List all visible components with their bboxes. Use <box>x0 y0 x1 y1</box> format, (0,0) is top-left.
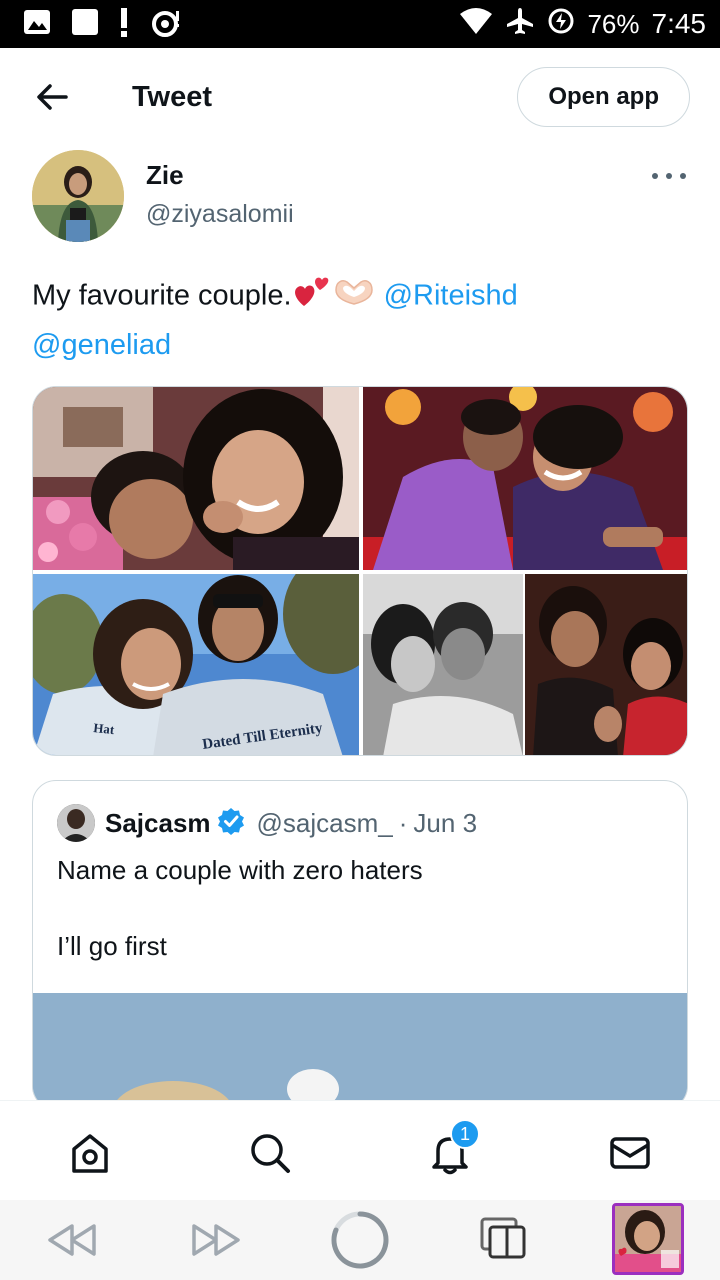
open-app-button[interactable]: Open app <box>517 67 690 127</box>
mention-riteishd[interactable]: @Riteishd <box>384 280 518 312</box>
avatar[interactable] <box>32 150 124 242</box>
rewind-icon <box>48 1224 96 1256</box>
rewind-button[interactable] <box>44 1218 100 1262</box>
notification-badge: 1 <box>450 1119 480 1149</box>
quoted-avatar[interactable] <box>57 804 95 842</box>
photo-2[interactable] <box>363 387 687 570</box>
photo-4[interactable] <box>363 574 687 755</box>
battery-saver-icon <box>547 7 575 42</box>
battery-percent: 76% <box>587 8 640 39</box>
tabs-button[interactable] <box>478 1214 530 1264</box>
quoted-line-1: Name a couple with zero haters <box>57 855 423 885</box>
author-name[interactable]: Zie <box>146 160 184 191</box>
quoted-date[interactable]: Jun 3 <box>413 808 477 839</box>
author-handle[interactable]: @ziyasalomii <box>146 200 294 229</box>
home-icon <box>72 1134 108 1173</box>
heart-hands-icon <box>332 274 376 320</box>
search-icon <box>251 1134 290 1173</box>
loading-icon <box>331 1211 389 1269</box>
verified-icon <box>217 807 245 840</box>
back-button[interactable] <box>30 75 74 119</box>
status-bar: 76% 7:45 <box>0 0 720 48</box>
cast-icon <box>148 7 184 42</box>
status-system: 76% 7:45 <box>459 6 706 43</box>
messages-tab[interactable] <box>606 1129 654 1177</box>
arrow-left-icon <box>37 84 68 110</box>
quoted-handle[interactable]: @sajcasm_ <box>257 808 393 839</box>
quoted-name[interactable]: Sajcasm <box>105 808 211 839</box>
page-title: Tweet <box>132 80 213 113</box>
quoted-image[interactable] <box>33 993 687 1109</box>
tweet-text: My favourite couple. @Riteishd @geneliad <box>32 272 688 368</box>
home-tab[interactable] <box>66 1129 114 1177</box>
mention-geneliad[interactable]: @geneliad <box>32 329 171 361</box>
tab-thumbnail[interactable] <box>612 1203 684 1275</box>
photo-caption-2: Hat <box>93 720 116 737</box>
header: Tweet Open app <box>0 48 720 146</box>
tweet-body: My favourite couple. <box>32 279 292 312</box>
square-icon <box>70 7 100 42</box>
more-options-button[interactable] <box>652 168 686 184</box>
wifi-icon <box>459 7 493 42</box>
quoted-line-2: I’ll go first <box>57 931 167 961</box>
quoted-text: Name a couple with zero haters I’ll go f… <box>57 851 657 1003</box>
tweet-photos: Dated Till Eternity Hat <box>32 386 688 756</box>
clock: 7:45 <box>651 8 707 39</box>
bottom-tab-bar: 1 <box>0 1100 720 1200</box>
search-tab[interactable] <box>246 1129 294 1177</box>
quoted-tweet[interactable]: Sajcasm @sajcasm_ · Jun 3 Name a couple … <box>32 780 688 1110</box>
browser-nav-bar <box>0 1200 720 1280</box>
loading-button[interactable] <box>328 1208 392 1272</box>
quoted-separator: · <box>398 807 408 838</box>
quoted-header: Sajcasm @sajcasm_ · Jun 3 <box>57 803 477 843</box>
messages-icon <box>610 1137 650 1169</box>
photo-1[interactable] <box>33 387 359 570</box>
alert-icon <box>118 6 130 43</box>
fast-forward-icon <box>192 1224 240 1256</box>
fast-forward-button[interactable] <box>188 1218 244 1262</box>
image-icon <box>22 7 52 42</box>
photo-3[interactable]: Dated Till Eternity Hat <box>33 574 359 755</box>
airplane-icon <box>505 6 535 43</box>
tweet-author: Zie @ziyasalomii <box>32 150 692 242</box>
tabs-icon <box>480 1217 526 1259</box>
status-notifications <box>22 6 184 43</box>
two-hearts-icon <box>292 272 332 322</box>
